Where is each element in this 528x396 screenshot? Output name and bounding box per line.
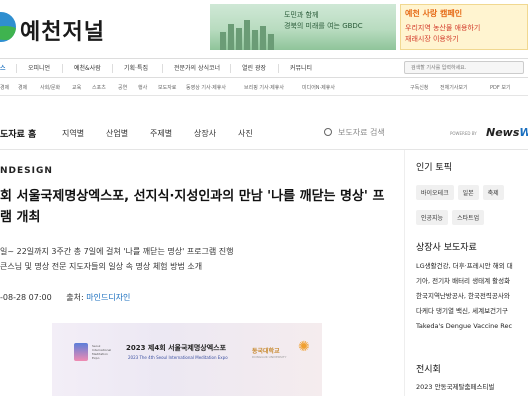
pdf-link[interactable]: PDF 보기	[490, 84, 511, 91]
all-articles-link[interactable]: 전체기사보기	[440, 84, 468, 91]
subnav-item[interactable]: 공연	[118, 84, 127, 91]
site-logo[interactable]: 예천저널	[20, 14, 105, 46]
subnav-item[interactable]: 보도자료	[158, 84, 176, 91]
exhibitions: 전시회 2023 안동국제탈춤페스티벌	[416, 362, 528, 391]
subnav-item[interactable]: 경제	[18, 84, 27, 91]
subnav-item[interactable]: 행사	[138, 84, 147, 91]
nav-item-community[interactable]: 커뮤니티	[290, 63, 312, 72]
logo-icon[interactable]	[0, 12, 16, 42]
press-home-link[interactable]: 도자료 홈	[0, 127, 36, 140]
divider	[404, 150, 405, 396]
sub-nav: 경제 경제 사회/문화 교육 스포츠 공연 행사 보도자료 동영상 기사·제휴사…	[0, 80, 528, 96]
hot-topics-title: 인기 토픽	[416, 163, 452, 173]
image-subtitle: 2023 The 4th Seoul International Meditat…	[128, 355, 228, 360]
banner-text: 도민과 함께 경북의 미래를 여는 GBDC	[284, 11, 363, 30]
article-meta: -08-28 07:00 출처: 마인드디자인	[0, 292, 130, 303]
topic-tag[interactable]: 인공지능	[416, 210, 449, 225]
subnav-item[interactable]: 동영상 기사·제휴사	[186, 84, 226, 91]
expo-logo-text: Seoul International Meditation Expo	[92, 344, 112, 360]
article-date: -08-28 07:00	[0, 293, 52, 302]
nav-item-forum[interactable]: 열린 광장	[242, 63, 266, 72]
hot-topics: 인기 토픽 바이오테크 일본 축제 인공지능 스타트업	[416, 160, 528, 230]
campaign-title: 예천 사랑 캠페인	[405, 9, 463, 18]
nav-item-people[interactable]: 예천&사람	[74, 63, 101, 72]
university-name: 동국대학교	[252, 348, 280, 355]
article-image[interactable]: Seoul International Meditation Expo 2023…	[52, 323, 322, 396]
subnav-item[interactable]: 교육	[72, 84, 81, 91]
nav-item-expert[interactable]: 전문가의 상식코너	[174, 63, 220, 72]
subnav-item[interactable]: 미디어N·제휴사	[302, 84, 335, 91]
article-title: 회 서울국제명상엑스포, 선지식·지성인과의 만남 '나를 깨닫는 명상' 프 …	[0, 189, 385, 225]
subnav-item[interactable]: 사회/문화	[40, 84, 60, 91]
pr-title: 상장사 보도자료	[416, 243, 477, 253]
nav-item[interactable]: 스	[0, 63, 6, 72]
powered-by: POWERED BY	[450, 131, 477, 136]
press-release-header: 도자료 홈 지역별 산업별 주제별 상장사 사진 보도자료 검색 POWERED…	[0, 118, 528, 150]
ad-banner-gbdc[interactable]: 도민과 함께 경북의 미래를 여는 GBDC	[210, 4, 396, 50]
topic-tag[interactable]: 축제	[482, 185, 504, 200]
nav-item-features[interactable]: 기획·특집	[124, 63, 148, 72]
subnav-item[interactable]: 경제	[0, 84, 9, 91]
campaign-line: 재래시장 이용하기	[405, 35, 459, 43]
source-link[interactable]: 마인드디자인	[86, 293, 130, 302]
image-title: 2023 제4회 서울국제명상엑스포	[126, 344, 227, 352]
topic-tag[interactable]: 바이오테크	[416, 185, 454, 200]
exhibition-item[interactable]: 2023 안동국제탈춤페스티벌	[416, 381, 528, 391]
article-summary: 일~ 22일까지 3주간 총 7일에 걸쳐 '나를 깨닫는 명상' 프로그램 진…	[0, 247, 234, 271]
topic-tag[interactable]: 스타트업	[452, 210, 485, 225]
exhibitions-title: 전시회	[416, 365, 441, 375]
tab-topic[interactable]: 주제별	[150, 128, 172, 139]
pr-item[interactable]: 다케다 댕기열 백신, 세계보건기구	[416, 304, 528, 319]
newswire-logo[interactable]: NewsWi	[486, 126, 528, 139]
press-search[interactable]: 보도자료 검색	[324, 127, 385, 138]
subscribe-link[interactable]: 구독신청	[410, 84, 428, 91]
pr-item[interactable]: LG생활건강, 더후·프레시안 해외 대	[416, 259, 528, 274]
ad-banner-campaign[interactable]: 예천 사랑 캠페인 우리지역 농산물 애용하기 재래시장 이용하기	[400, 4, 528, 50]
university-sub: DONGGUK UNIVERSITY	[252, 355, 287, 359]
listed-press-releases: 상장사 보도자료 LG생활건강, 더후·프레시안 해외 대 기아, 전기차 배터…	[416, 240, 528, 334]
expo-logo-icon	[74, 343, 88, 361]
nav-item-opinion[interactable]: 오피니언	[28, 63, 50, 72]
company-brand: NDESIGN	[0, 166, 53, 176]
source-label: 출처:	[66, 293, 84, 302]
search-icon	[324, 128, 332, 136]
pr-item[interactable]: 기아, 전기차 배터리 생태계 활성화	[416, 274, 528, 289]
pr-item[interactable]: Takeda's Dengue Vaccine Rec	[416, 319, 528, 334]
subnav-item[interactable]: 스포츠	[92, 84, 106, 91]
pr-item[interactable]: 한국지역난방공사, 한국전력공사와	[416, 289, 528, 304]
topic-tag[interactable]: 일본	[457, 185, 479, 200]
tab-listed[interactable]: 상장사	[194, 128, 216, 139]
search-input[interactable]: 검색할 기사를 입력하세요.	[404, 61, 524, 74]
campaign-line: 우리지역 농산물 애용하기	[405, 24, 481, 32]
subnav-item[interactable]: 브리핑 기사·제휴사	[244, 84, 284, 91]
tab-photo[interactable]: 사진	[238, 128, 253, 139]
tab-industry[interactable]: 산업별	[106, 128, 128, 139]
tab-region[interactable]: 지역별	[62, 128, 84, 139]
university-logo-icon: ✺	[298, 339, 310, 355]
